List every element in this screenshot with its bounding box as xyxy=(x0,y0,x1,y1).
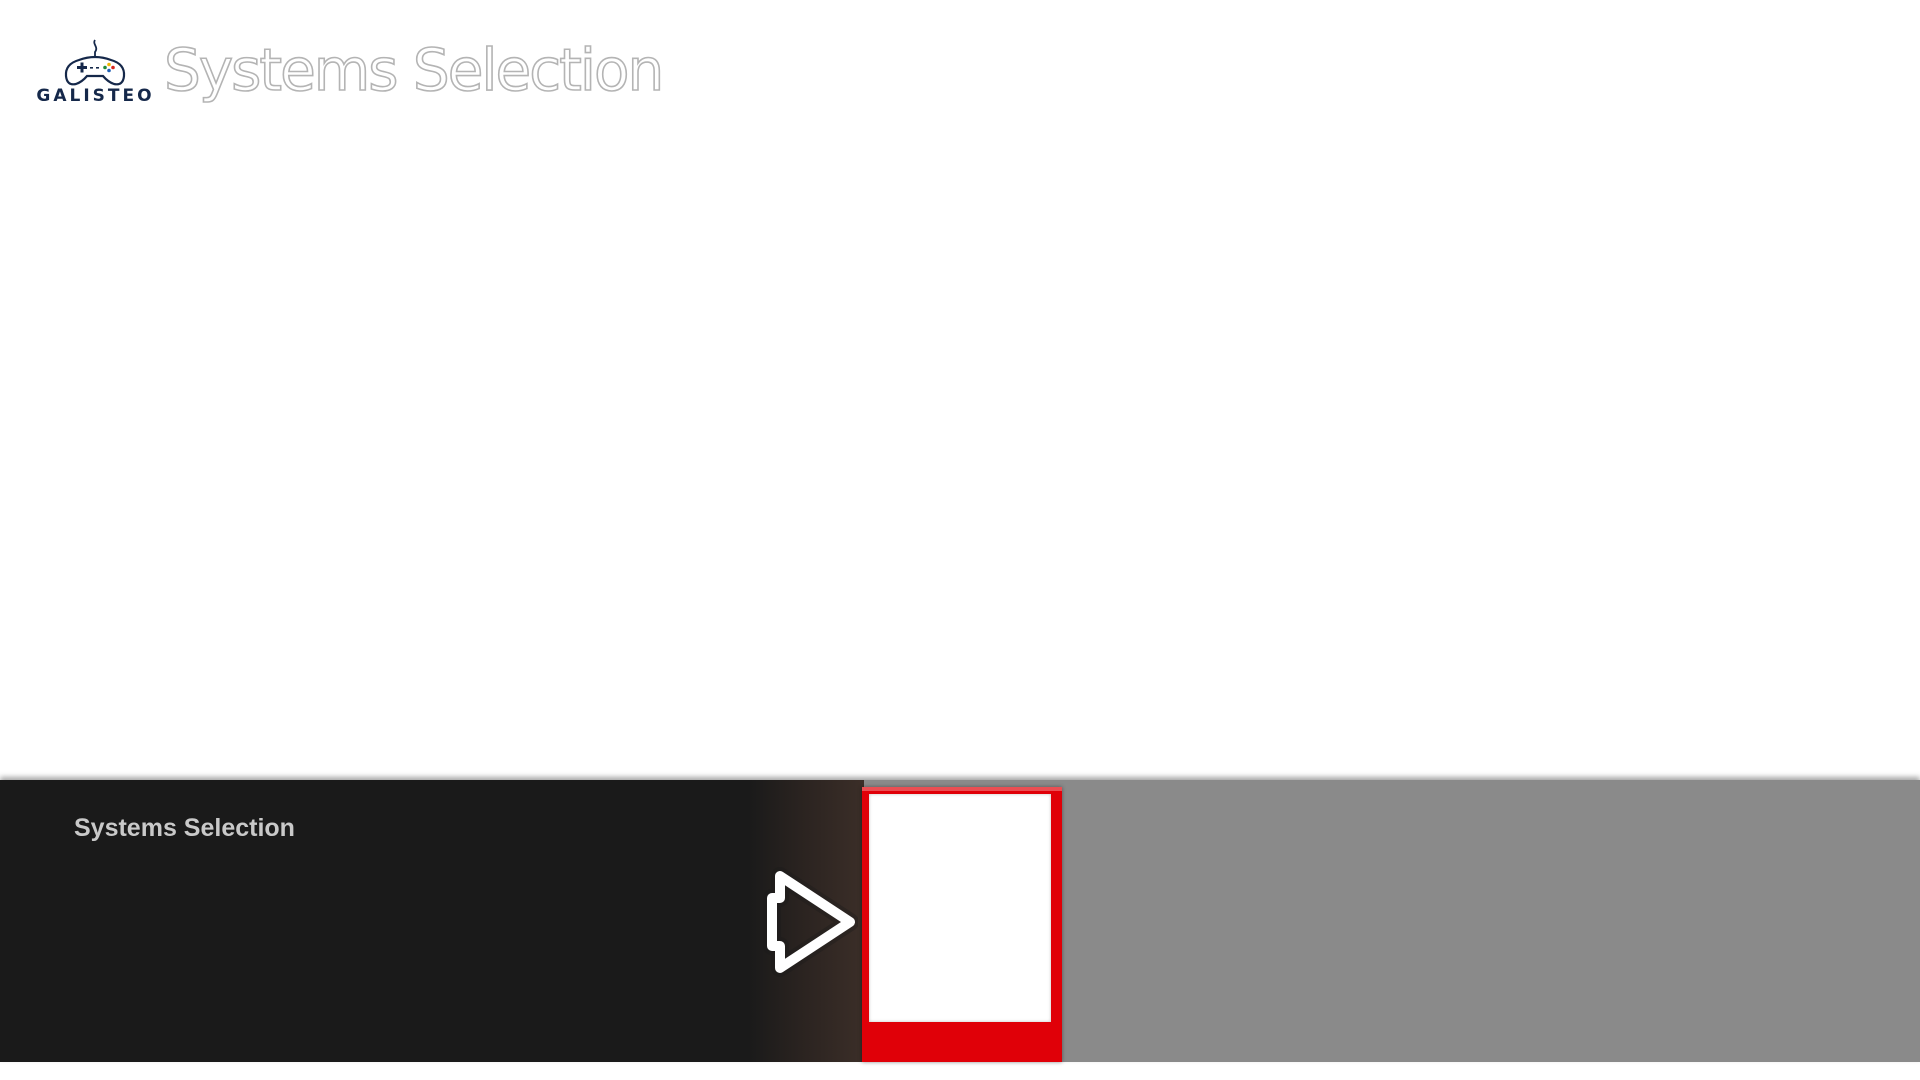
selected-system-tile[interactable] xyxy=(862,787,1062,1062)
logo-text: GALISTEO xyxy=(36,86,155,106)
header: GALISTEO Systems Selection xyxy=(0,0,1920,140)
arrow-right-icon[interactable] xyxy=(758,862,859,982)
gamepad-icon xyxy=(64,39,126,86)
info-panel-title: Systems Selection xyxy=(74,814,295,842)
tile-highlight xyxy=(862,787,1062,791)
system-info-panel: Systems Selection xyxy=(0,780,864,1062)
system-tile-image xyxy=(869,794,1051,1022)
galisteo-logo: GALISTEO xyxy=(33,38,158,112)
page-title: Systems Selection xyxy=(163,35,665,105)
